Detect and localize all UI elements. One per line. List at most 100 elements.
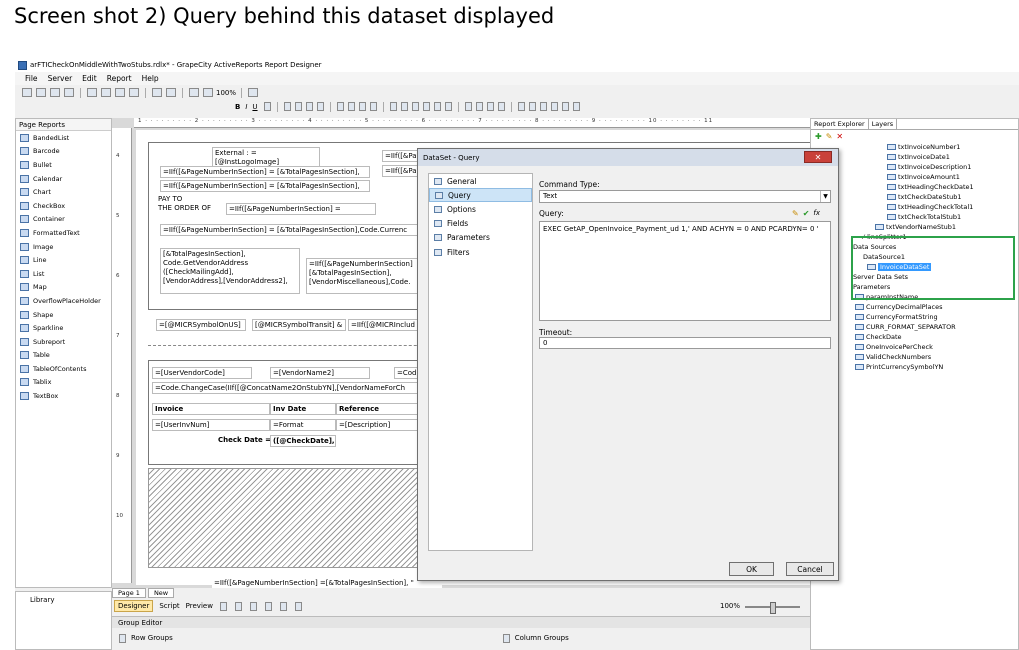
send-back-icon[interactable] <box>561 102 569 111</box>
toolbox-item-textbox[interactable]: TextBox <box>16 389 111 403</box>
toolbox-item-formattedtext[interactable]: FormattedText <box>16 226 111 240</box>
close-button[interactable]: ✕ <box>804 151 832 163</box>
tree-node[interactable]: txtCheckDateStub1 <box>887 193 962 201</box>
new-icon[interactable] <box>22 88 32 97</box>
view-icon[interactable] <box>234 601 242 611</box>
toolbox-item-bandedlist[interactable]: BandedList <box>16 131 111 145</box>
outdent-icon[interactable] <box>369 102 377 111</box>
field-page-c[interactable]: =IIf([&PageNumberInSection] = [&TotalPag… <box>160 166 370 178</box>
zoom-value[interactable]: 100% <box>216 89 236 97</box>
field-micr-onus[interactable]: =[@MICRSymbolOnUS] <box>156 319 246 331</box>
properties-icon[interactable] <box>64 88 74 97</box>
toolbox-item-shape[interactable]: Shape <box>16 308 111 322</box>
cut-icon[interactable] <box>87 88 97 97</box>
underline-button[interactable]: U <box>252 103 257 111</box>
toolbox-item-checkbox[interactable]: CheckBox <box>16 199 111 213</box>
nav-options[interactable]: Options <box>429 202 532 216</box>
nav-query[interactable]: Query <box>429 188 532 203</box>
cell-invoice-num[interactable]: =[UserInvNum] <box>152 419 270 431</box>
cancel-button[interactable]: Cancel <box>786 562 834 576</box>
spacing-v-icon[interactable] <box>528 102 536 111</box>
redo-icon[interactable] <box>166 88 176 97</box>
menu-server[interactable]: Server <box>48 74 73 83</box>
menu-report[interactable]: Report <box>107 74 132 83</box>
tree-node-param[interactable]: CurrencyDecimalPlaces <box>855 303 942 311</box>
nav-parameters[interactable]: Parameters <box>429 231 532 245</box>
grid-icon[interactable] <box>497 102 505 111</box>
align-justify-icon[interactable] <box>316 102 324 111</box>
toolbox-item-map[interactable]: Map <box>16 281 111 295</box>
toolbox-item-chart[interactable]: Chart <box>16 185 111 199</box>
grid-view-icon[interactable] <box>249 601 257 611</box>
paste-icon[interactable] <box>115 88 125 97</box>
tree-node-param[interactable]: CheckDate <box>855 333 902 341</box>
save-icon[interactable] <box>50 88 60 97</box>
menu-help[interactable]: Help <box>142 74 159 83</box>
add-icon[interactable]: ✚ <box>815 132 822 141</box>
toolbox-item-tablix[interactable]: Tablix <box>16 376 111 390</box>
delete-icon[interactable]: ✕ <box>836 132 843 141</box>
layout-right-icon[interactable] <box>411 102 419 111</box>
script-tab[interactable]: Script <box>159 602 179 610</box>
size-width-icon[interactable] <box>464 102 472 111</box>
designer-tab[interactable]: Designer <box>114 600 154 612</box>
copy-icon[interactable] <box>101 88 111 97</box>
spacing-h-icon[interactable] <box>517 102 525 111</box>
toolbox-item-sparkline[interactable]: Sparkline <box>16 321 111 335</box>
edit-icon[interactable]: ✎ <box>826 132 833 141</box>
field-vendor-name2[interactable]: =[VendorName2] <box>270 367 370 379</box>
indent-icon[interactable] <box>358 102 366 111</box>
edit-query-icon[interactable]: ✎ <box>792 209 799 218</box>
tab-new[interactable]: New <box>147 588 175 598</box>
tab-page1[interactable]: Page 1 <box>112 588 146 598</box>
zoom-slider[interactable] <box>745 602 800 614</box>
layout-icon[interactable] <box>219 601 227 611</box>
layout-align-icon[interactable] <box>389 102 397 111</box>
zoom-out-icon[interactable] <box>203 88 213 97</box>
expression-icon[interactable]: fx <box>813 209 820 218</box>
undo-icon[interactable] <box>152 88 162 97</box>
layout-middle-icon[interactable] <box>433 102 441 111</box>
toolbox-item-bullet[interactable]: Bullet <box>16 158 111 172</box>
nav-general[interactable]: General <box>429 174 532 188</box>
toolbox-item-image[interactable]: Image <box>16 240 111 254</box>
hand-icon[interactable] <box>294 601 302 611</box>
toolbox-item-barcode[interactable]: Barcode <box>16 145 111 159</box>
tree-node[interactable]: txtVendorNameStub1 <box>875 223 956 231</box>
menu-file[interactable]: File <box>25 74 38 83</box>
layout-bottom-icon[interactable] <box>444 102 452 111</box>
menu-edit[interactable]: Edit <box>82 74 97 83</box>
tab-layers[interactable]: Layers <box>869 119 898 129</box>
numbering-icon[interactable] <box>347 102 355 111</box>
tree-node-param[interactable]: PrintCurrencySymbolYN <box>855 363 943 371</box>
tree-node[interactable]: txtInvoiceDescription1 <box>887 163 971 171</box>
toolbox-item-container[interactable]: Container <box>16 213 111 227</box>
align-left-icon[interactable] <box>283 102 291 111</box>
timeout-input[interactable]: 0 <box>539 337 831 349</box>
chevron-down-icon[interactable]: ▼ <box>820 191 830 202</box>
align-right-icon[interactable] <box>305 102 313 111</box>
size-height-icon[interactable] <box>475 102 483 111</box>
toolbox-item-subreport[interactable]: Subreport <box>16 335 111 349</box>
field-vendor-address[interactable]: [&TotalPagesInSection], Code.GetVendorAdd… <box>160 248 300 294</box>
tree-node[interactable]: txtInvoiceAmount1 <box>887 173 960 181</box>
field-page-d[interactable]: =IIf([&PageNumberInSection] = [&TotalPag… <box>160 180 370 192</box>
toolbox-item-line[interactable]: Line <box>16 253 111 267</box>
pointer-icon[interactable] <box>279 601 287 611</box>
check-date-field[interactable]: ([@CheckDate], <box>270 435 336 447</box>
nav-fields[interactable]: Fields <box>429 217 532 231</box>
field-amount[interactable]: =IIf([&PageNumberInSection] = [&TotalPag… <box>160 224 450 236</box>
field-micr-transit[interactable]: [@MICRSymbolTransit] & <box>252 319 346 331</box>
command-type-select[interactable]: Text ▼ <box>539 190 831 203</box>
tree-node[interactable]: txtInvoiceNumber1 <box>887 143 960 151</box>
toolbox-item-tableofcontents[interactable]: TableOfContents <box>16 362 111 376</box>
tree-node-param[interactable]: ValidCheckNumbers <box>855 353 931 361</box>
layout-top-icon[interactable] <box>422 102 430 111</box>
spacing-eq-icon[interactable] <box>539 102 547 111</box>
bring-front-icon[interactable] <box>550 102 558 111</box>
zoom-in-icon[interactable] <box>189 88 199 97</box>
italic-button[interactable]: I <box>245 103 247 111</box>
font-color-icon[interactable] <box>263 102 271 111</box>
tree-node-param[interactable]: OneInvoicePerCheck <box>855 343 933 351</box>
validate-icon[interactable]: ✔ <box>803 209 810 218</box>
